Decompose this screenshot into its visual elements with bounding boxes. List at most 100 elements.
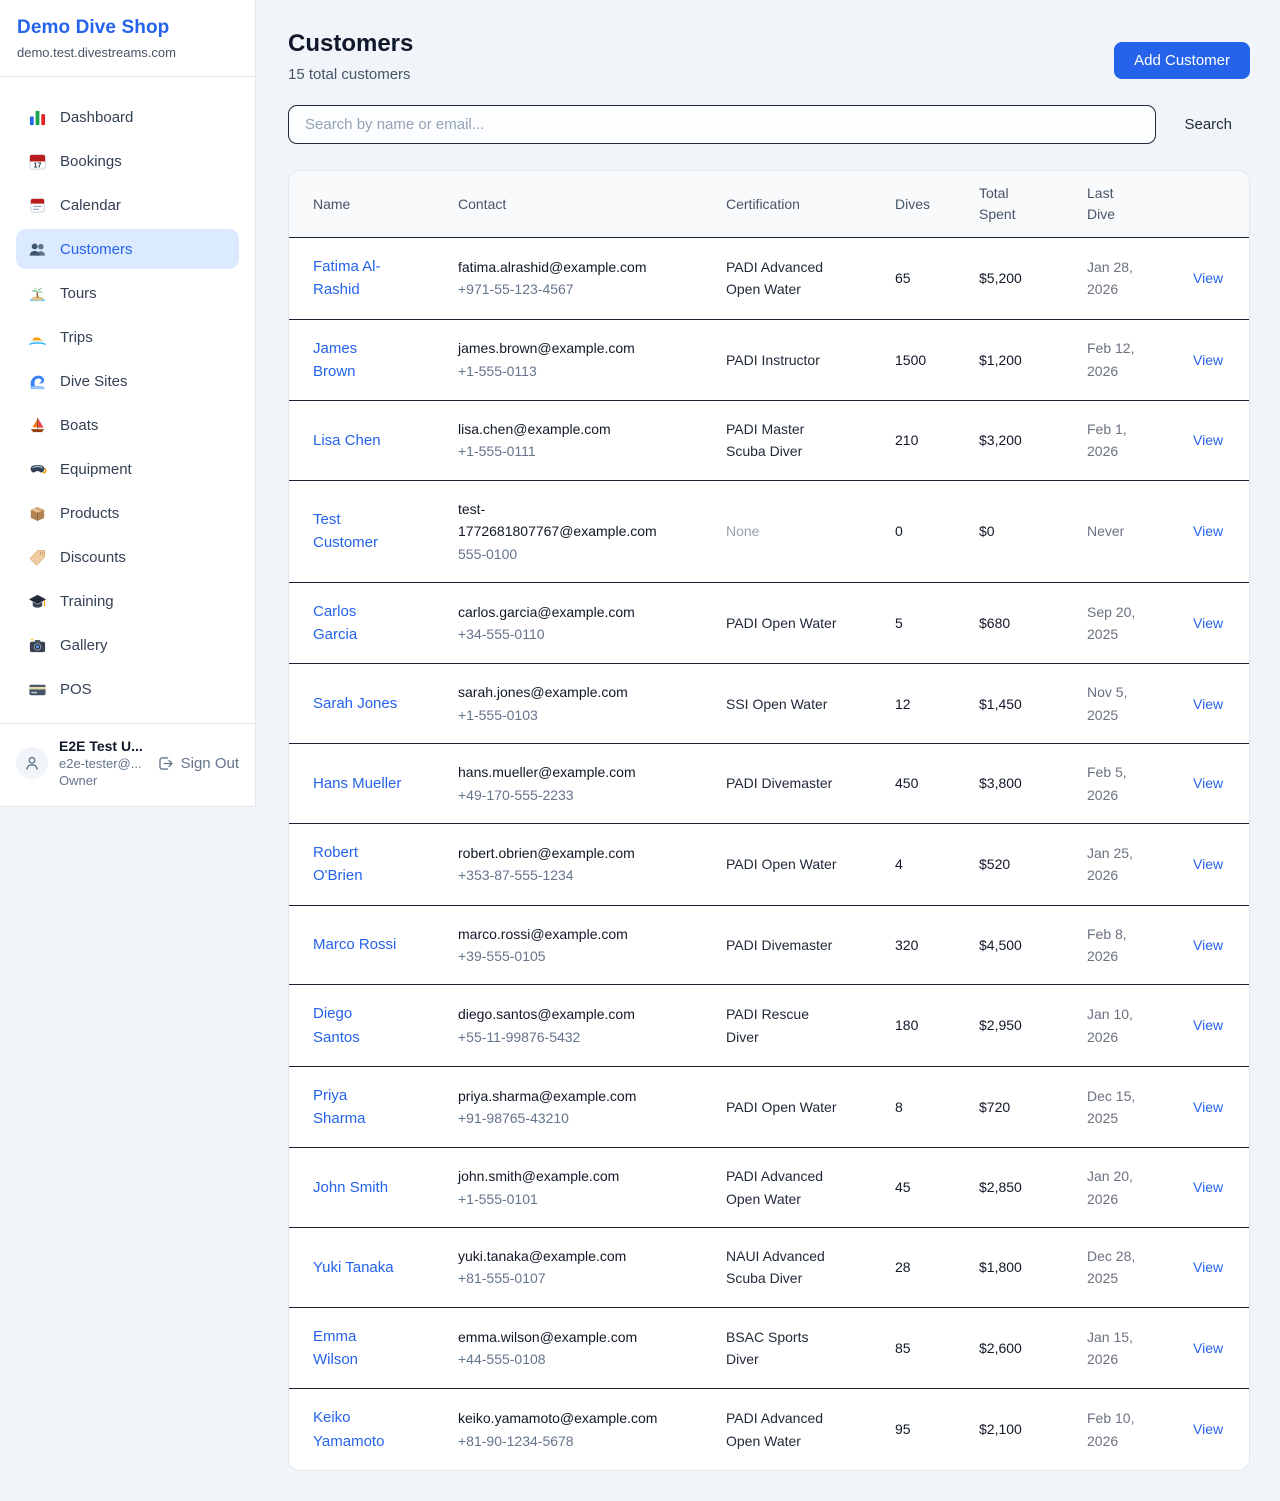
table-row: James Brown james.brown@example.com +1-5… xyxy=(289,319,1250,401)
view-customer-link[interactable]: View xyxy=(1193,523,1223,539)
customer-phone: +55-11-99876-5432 xyxy=(458,1026,660,1048)
customer-dives: 28 xyxy=(871,1228,955,1308)
customer-certification: PADI Open Water xyxy=(702,582,871,664)
customer-name-link[interactable]: Priya Sharma xyxy=(313,1084,403,1131)
customer-email: priya.sharma@example.com xyxy=(458,1085,660,1107)
customer-phone: +34-555-0110 xyxy=(458,623,660,645)
sidebar-item-products[interactable]: Products xyxy=(16,493,239,533)
customer-last-dive: Sep 20, 2025 xyxy=(1063,582,1169,664)
view-customer-link[interactable]: View xyxy=(1193,432,1223,448)
user-email: e2e-tester@... xyxy=(59,756,151,771)
customer-name-link[interactable]: John Smith xyxy=(313,1176,388,1199)
sign-out-button[interactable]: Sign Out xyxy=(157,755,239,772)
sidebar-item-boats[interactable]: Boats xyxy=(16,405,239,445)
customer-certification: SSI Open Water xyxy=(702,664,871,744)
search-button[interactable]: Search xyxy=(1184,110,1232,139)
view-customer-link[interactable]: View xyxy=(1193,615,1223,631)
customer-name-link[interactable]: James Brown xyxy=(313,337,403,384)
sidebar-item-calendar[interactable]: Calendar xyxy=(16,185,239,225)
sidebar-item-customers[interactable]: Customers xyxy=(16,229,239,269)
customer-phone: +39-555-0105 xyxy=(458,945,660,967)
customer-last-dive: Nov 5, 2025 xyxy=(1063,664,1169,744)
view-customer-link[interactable]: View xyxy=(1193,775,1223,791)
customer-last-dive: Dec 15, 2025 xyxy=(1063,1066,1169,1148)
customer-email: keiko.yamamoto@example.com xyxy=(458,1407,660,1429)
view-customer-link[interactable]: View xyxy=(1193,1017,1223,1033)
column-header-certification: Certification xyxy=(702,171,871,238)
customer-count: 15 total customers xyxy=(288,66,413,83)
customer-total-spent: $2,950 xyxy=(955,985,1063,1067)
customer-last-dive: Feb 5, 2026 xyxy=(1063,744,1169,824)
column-header-name: Name xyxy=(289,171,434,238)
view-customer-link[interactable]: View xyxy=(1193,352,1223,368)
customer-email: yuki.tanaka@example.com xyxy=(458,1245,660,1267)
customer-name-link[interactable]: Fatima Al-Rashid xyxy=(313,255,403,302)
view-customer-link[interactable]: View xyxy=(1193,1179,1223,1195)
tours-icon xyxy=(28,284,47,303)
table-row: Robert O'Brien robert.obrien@example.com… xyxy=(289,824,1250,906)
view-customer-link[interactable]: View xyxy=(1193,1340,1223,1356)
customer-dives: 1500 xyxy=(871,319,955,401)
customer-email: marco.rossi@example.com xyxy=(458,923,660,945)
customer-name-link[interactable]: Emma Wilson xyxy=(313,1325,403,1372)
sidebar-item-pos[interactable]: POS xyxy=(16,669,239,709)
sidebar-item-training[interactable]: Training xyxy=(16,581,239,621)
view-customer-link[interactable]: View xyxy=(1193,1421,1223,1437)
customer-name-link[interactable]: Diego Santos xyxy=(313,1002,403,1049)
sidebar-item-dashboard[interactable]: Dashboard xyxy=(16,97,239,137)
sidebar-item-equipment[interactable]: Equipment xyxy=(16,449,239,489)
sidebar-item-bookings[interactable]: 17 Bookings xyxy=(16,141,239,181)
sidebar-item-trips[interactable]: Trips xyxy=(16,317,239,357)
view-customer-link[interactable]: View xyxy=(1193,270,1223,286)
customer-total-spent: $4,500 xyxy=(955,905,1063,985)
sidebar-item-dive-sites[interactable]: Dive Sites xyxy=(16,361,239,401)
view-customer-link[interactable]: View xyxy=(1193,1259,1223,1275)
add-customer-button[interactable]: Add Customer xyxy=(1114,42,1250,79)
customer-name-link[interactable]: Sarah Jones xyxy=(313,692,397,715)
customer-last-dive: Jan 20, 2026 xyxy=(1063,1148,1169,1228)
customer-name-link[interactable]: Yuki Tanaka xyxy=(313,1256,394,1279)
customer-total-spent: $1,450 xyxy=(955,664,1063,744)
customer-name-link[interactable]: Marco Rossi xyxy=(313,933,396,956)
view-customer-link[interactable]: View xyxy=(1193,937,1223,953)
search-input[interactable] xyxy=(288,105,1156,144)
customer-certification: PADI Divemaster xyxy=(702,905,871,985)
sidebar-item-gallery[interactable]: Gallery xyxy=(16,625,239,665)
customer-name-link[interactable]: Keiko Yamamoto xyxy=(313,1406,403,1453)
table-row: Emma Wilson emma.wilson@example.com +44-… xyxy=(289,1307,1250,1389)
customer-name-link[interactable]: Test Customer xyxy=(313,508,403,555)
view-customer-link[interactable]: View xyxy=(1193,856,1223,872)
sidebar-item-discounts[interactable]: Discounts xyxy=(16,537,239,577)
brand[interactable]: Demo Dive Shop demo.test.divestreams.com xyxy=(0,0,255,77)
products-icon xyxy=(28,504,47,523)
dive-sites-icon xyxy=(28,372,47,391)
customer-email: test-1772681807767@example.com xyxy=(458,498,660,543)
customer-phone: +971-55-123-4567 xyxy=(458,278,660,300)
customer-name-link[interactable]: Lisa Chen xyxy=(313,429,381,452)
sign-out-icon xyxy=(157,755,174,772)
table-row: Lisa Chen lisa.chen@example.com +1-555-0… xyxy=(289,401,1250,481)
view-customer-link[interactable]: View xyxy=(1193,696,1223,712)
table-row: Fatima Al-Rashid fatima.alrashid@example… xyxy=(289,238,1250,320)
customer-email: fatima.alrashid@example.com xyxy=(458,256,660,278)
customer-name-link[interactable]: Carlos Garcia xyxy=(313,600,403,647)
table-row: Sarah Jones sarah.jones@example.com +1-5… xyxy=(289,664,1250,744)
search-row: Search xyxy=(288,105,1250,144)
discounts-icon xyxy=(28,548,47,567)
customer-email: carlos.garcia@example.com xyxy=(458,601,660,623)
training-icon xyxy=(28,592,47,611)
sidebar-item-tours[interactable]: Tours xyxy=(16,273,239,313)
customer-dives: 210 xyxy=(871,401,955,481)
customer-total-spent: $520 xyxy=(955,824,1063,906)
customer-certification: BSAC Sports Diver xyxy=(702,1307,871,1389)
customer-name-link[interactable]: Hans Mueller xyxy=(313,772,401,795)
pos-icon xyxy=(28,680,47,699)
customer-name-link[interactable]: Robert O'Brien xyxy=(313,841,403,888)
customer-total-spent: $3,200 xyxy=(955,401,1063,481)
customer-certification: PADI Divemaster xyxy=(702,744,871,824)
customer-total-spent: $2,850 xyxy=(955,1148,1063,1228)
view-customer-link[interactable]: View xyxy=(1193,1099,1223,1115)
shop-domain: demo.test.divestreams.com xyxy=(17,45,239,60)
customer-email: lisa.chen@example.com xyxy=(458,418,660,440)
table-row: Marco Rossi marco.rossi@example.com +39-… xyxy=(289,905,1250,985)
